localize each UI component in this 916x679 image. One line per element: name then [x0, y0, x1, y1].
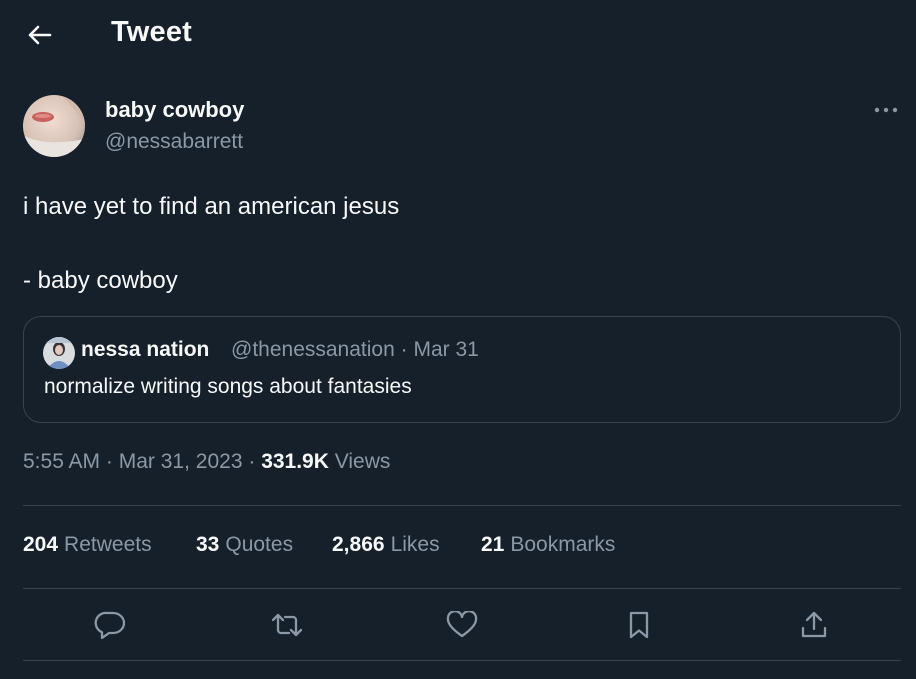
quoted-handle: @thenessanation: [231, 338, 395, 361]
stat-count: 204: [23, 533, 59, 556]
author-display-name[interactable]: baby cowboy: [105, 97, 244, 123]
stat-label: Likes: [390, 533, 440, 556]
stat-bookmarks[interactable]: 21 Bookmarks: [481, 533, 615, 557]
quoted-date: Mar 31: [413, 338, 479, 361]
page-title: Tweet: [111, 16, 193, 48]
stat-count: 21: [481, 533, 505, 556]
quoted-separator: ·: [400, 338, 408, 361]
quoted-display-name: nessa nation: [81, 338, 210, 361]
stat-retweets[interactable]: 204 Retweets: [23, 533, 152, 557]
more-horizontal-icon: [874, 107, 898, 113]
bookmark-icon: [629, 611, 649, 639]
like-icon: [446, 611, 478, 638]
arrow-left-icon: [28, 25, 52, 45]
tweet-actions: [23, 602, 901, 648]
share-button[interactable]: [794, 607, 834, 643]
timestamp-row: 5:55 AM · Mar 31, 2023 · 331.9K Views: [23, 450, 390, 474]
stat-quotes[interactable]: 33 Quotes: [196, 533, 293, 557]
share-icon: [801, 611, 827, 638]
stat-label: Retweets: [64, 533, 152, 556]
more-options-button[interactable]: [866, 98, 906, 122]
tweet-time[interactable]: 5:55 AM: [23, 450, 100, 473]
stat-label: Quotes: [225, 533, 294, 556]
divider: [23, 588, 901, 589]
like-button[interactable]: [442, 607, 482, 643]
top-bar: Tweet: [0, 0, 916, 70]
tweet-date[interactable]: Mar 31, 2023: [119, 450, 243, 473]
bookmark-button[interactable]: [619, 607, 659, 643]
retweet-button[interactable]: [267, 607, 307, 643]
divider: [23, 660, 901, 661]
tweet-text: i have yet to find an american jesus - b…: [23, 193, 400, 294]
reply-button[interactable]: [90, 607, 130, 643]
stat-label: Bookmarks: [510, 533, 616, 556]
quoted-avatar: [43, 337, 75, 369]
quoted-meta: @thenessanation · Mar 31: [231, 338, 479, 362]
meta-separator: ·: [105, 450, 113, 473]
divider: [23, 505, 901, 506]
back-button[interactable]: [22, 20, 56, 50]
stat-likes[interactable]: 2,866 Likes: [332, 533, 440, 557]
stat-count: 33: [196, 533, 220, 556]
retweet-icon: [271, 613, 303, 637]
views-label: Views: [334, 450, 391, 473]
meta-separator: ·: [248, 450, 256, 473]
quoted-tweet-text: normalize writing songs about fantasies: [44, 375, 412, 398]
views-count: 331.9K: [261, 450, 329, 473]
avatar[interactable]: [23, 95, 85, 157]
quoted-tweet-card[interactable]: nessa nation @thenessanation · Mar 31 no…: [23, 316, 901, 423]
author-handle[interactable]: @nessabarrett: [105, 130, 243, 154]
reply-icon: [94, 611, 126, 640]
stat-count: 2,866: [332, 533, 385, 556]
